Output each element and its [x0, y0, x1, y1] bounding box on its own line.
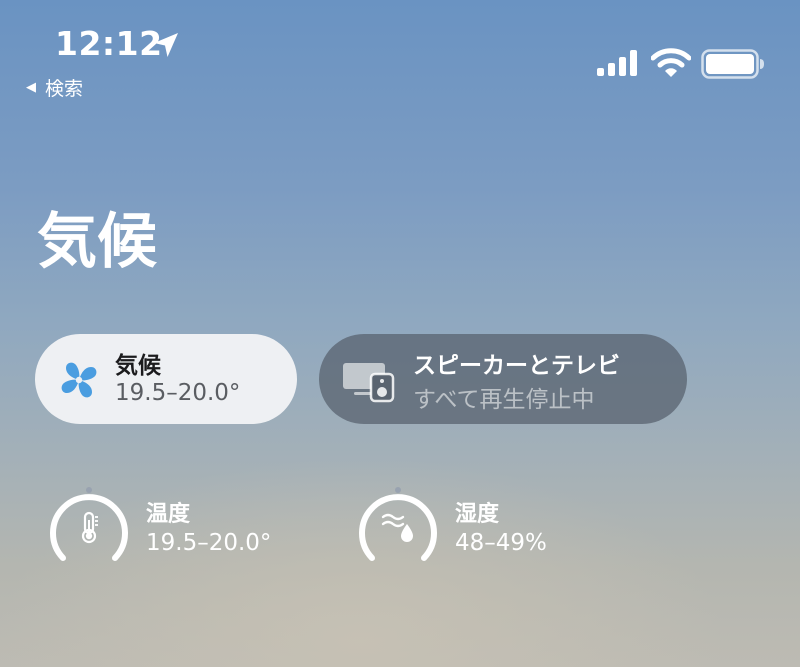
cellular-signal-icon	[597, 50, 637, 76]
humidity-sensor[interactable]: 湿度 48–49%	[358, 486, 618, 566]
speakers-tv-tile[interactable]: スピーカーとテレビ すべて再生停止中	[319, 334, 687, 424]
temperature-sensor[interactable]: 温度 19.5–20.0°	[49, 486, 309, 566]
tv-speaker-icon	[343, 363, 395, 403]
wifi-icon	[651, 48, 691, 77]
climate-tile-title: 気候	[115, 353, 161, 379]
speakers-tile-title: スピーカーとテレビ	[413, 353, 620, 379]
humidity-gauge	[359, 487, 437, 561]
temperature-value: 19.5–20.0°	[146, 530, 272, 556]
temperature-gauge	[50, 487, 128, 561]
thermometer-icon	[81, 511, 98, 544]
page-title: 気候	[37, 207, 157, 277]
humidity-drop-icon	[381, 513, 413, 542]
fan-icon	[61, 362, 97, 398]
back-to-search-link[interactable]: ◀ 検索	[26, 74, 83, 101]
speakers-tile-status: すべて再生停止中	[413, 387, 595, 413]
back-label: 検索	[45, 78, 84, 100]
climate-tile[interactable]: 気候 19.5–20.0°	[35, 334, 297, 424]
climate-tile-status: 19.5–20.0°	[115, 380, 241, 406]
temperature-label: 温度	[146, 502, 191, 527]
humidity-value: 48–49%	[455, 530, 547, 556]
battery-icon	[701, 49, 764, 79]
back-triangle-icon: ◀	[26, 80, 36, 95]
humidity-label: 湿度	[455, 502, 500, 527]
location-arrow-icon	[154, 33, 178, 57]
status-bar: 12:12 ◀ 検索	[0, 0, 800, 110]
status-time: 12:12	[55, 24, 163, 63]
